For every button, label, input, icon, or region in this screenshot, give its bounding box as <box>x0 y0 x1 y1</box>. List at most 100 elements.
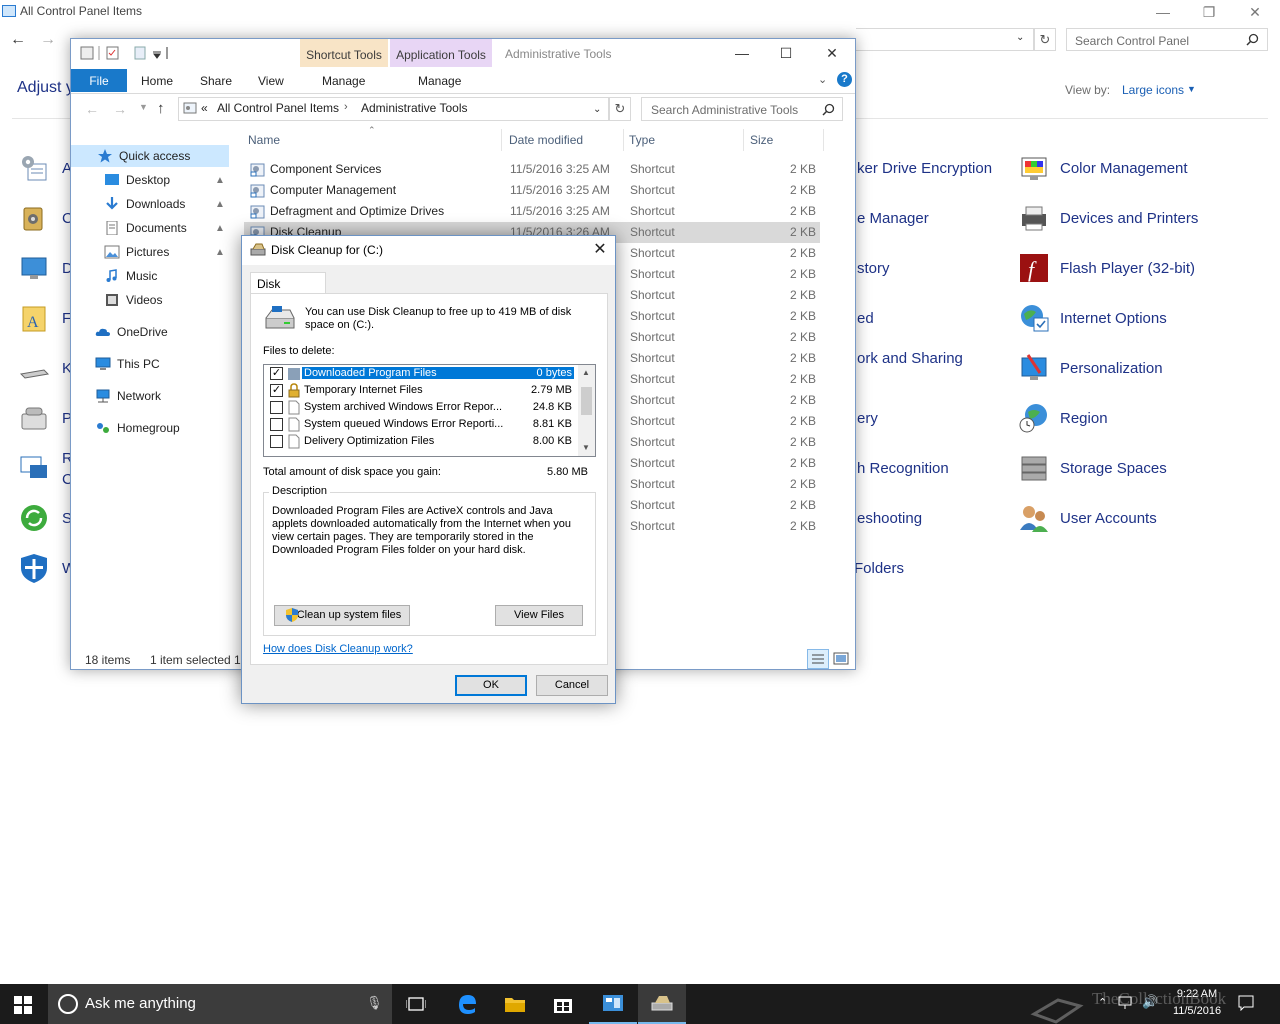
details-view-button[interactable] <box>807 649 829 669</box>
cp-item-indexing[interactable]: ed <box>857 310 874 327</box>
files-to-delete-list[interactable]: ✓ Downloaded Program Files 0 bytes ✓ Tempora… <box>263 364 596 457</box>
checkbox[interactable]: ✓ <box>270 367 283 380</box>
scroll-down-icon[interactable]: ▼ <box>582 443 590 452</box>
chevron-down-icon[interactable]: ⌄ <box>1016 32 1024 43</box>
taskbar-search-placeholder[interactable]: Ask me anything <box>85 995 196 1012</box>
forward-button[interactable]: → <box>40 31 56 49</box>
nav-item-desktop[interactable]: Desktop ▲ <box>71 169 229 191</box>
column-divider[interactable] <box>501 129 502 151</box>
show-hidden-icons-icon[interactable]: ⌃ <box>1098 996 1107 1009</box>
tab-disk-cleanup[interactable]: Disk Cleanup <box>250 272 326 305</box>
nav-item-homegroup[interactable]: Homegroup <box>71 417 229 439</box>
microphone-icon[interactable]: 🎙 <box>366 995 383 1011</box>
nav-item-videos[interactable]: Videos <box>71 289 229 311</box>
nav-item-documents[interactable]: Documents ▲ <box>71 217 229 239</box>
start-button[interactable] <box>14 996 32 1014</box>
nav-item-network[interactable]: Network <box>71 385 229 407</box>
restore-button[interactable]: ❐ <box>1186 0 1232 24</box>
cp-item-color-management[interactable]: Color Management <box>1018 148 1188 188</box>
nav-item-quick-access[interactable]: Quick access <box>71 145 229 167</box>
cancel-button[interactable]: Cancel <box>536 675 608 696</box>
store-taskbar-icon[interactable] <box>539 984 587 1024</box>
remoteapp-icon[interactable] <box>18 452 50 484</box>
share-tab[interactable]: Share <box>200 74 232 88</box>
file-row[interactable]: Component Services 11/5/2016 3:25 AM Short… <box>244 159 820 180</box>
cp-item-storage-spaces[interactable]: Storage Spaces <box>1018 448 1167 488</box>
file-tab[interactable]: File <box>71 69 127 92</box>
back-button[interactable]: ← <box>85 101 99 117</box>
view-by-dropdown[interactable]: Large icons <box>1122 83 1184 97</box>
windows-defender-icon[interactable] <box>18 552 50 584</box>
cp-item-file-history[interactable]: story <box>857 260 890 277</box>
admin-tools-icon[interactable] <box>18 152 50 184</box>
cp-item-internet-options[interactable]: Internet Options <box>1018 298 1167 338</box>
manage-application-tab[interactable]: Manage <box>418 74 461 88</box>
close-button[interactable]: ✕ <box>1232 0 1278 24</box>
checkbox[interactable] <box>270 435 283 448</box>
column-header-name[interactable]: Name <box>248 133 280 147</box>
shortcut-tools-tab[interactable]: Shortcut Tools <box>300 39 388 67</box>
cleanup-file-item[interactable]: ✓ Temporary Internet Files 2.79 MB <box>264 382 578 399</box>
column-divider[interactable] <box>823 129 824 151</box>
task-view-button[interactable] <box>392 984 440 1024</box>
close-button[interactable]: ✕ <box>588 239 612 261</box>
pin-icon[interactable]: ▲ <box>215 175 225 186</box>
minimize-button[interactable]: — <box>1140 0 1186 24</box>
nav-item-music[interactable]: Music <box>71 265 229 287</box>
help-icon[interactable]: ? <box>837 72 852 87</box>
cp-item-device-manager[interactable]: e Manager <box>857 210 929 227</box>
column-header-date[interactable]: Date modified <box>509 133 583 147</box>
cp-item-devices-printers[interactable]: Devices and Printers <box>1018 198 1198 238</box>
refresh-button[interactable]: ↻ <box>1034 28 1056 51</box>
home-tab[interactable]: Home <box>141 74 173 88</box>
refresh-button[interactable]: ↻ <box>609 97 631 121</box>
clock-date[interactable]: 11/5/2016 <box>1168 1005 1226 1017</box>
control-panel-taskbar-icon[interactable] <box>589 984 637 1024</box>
cp-item-user-accounts[interactable]: User Accounts <box>1018 498 1157 538</box>
view-tab[interactable]: View <box>258 74 284 88</box>
breadcrumb-item[interactable]: Administrative Tools <box>361 101 468 115</box>
cleanup-file-item[interactable]: ✓ Downloaded Program Files 0 bytes <box>264 365 578 382</box>
checkbox[interactable]: ✓ <box>270 384 283 397</box>
disk-cleanup-taskbar-icon[interactable] <box>638 984 686 1024</box>
view-files-button[interactable]: View Files <box>495 605 583 626</box>
phone-modem-icon[interactable] <box>18 402 50 434</box>
cp-item-flash-player[interactable]: f Flash Player (32-bit) <box>1018 248 1195 288</box>
recent-locations-icon[interactable]: ▼ <box>139 102 148 112</box>
help-link[interactable]: How does Disk Cleanup work? <box>263 643 413 655</box>
pin-icon[interactable]: ▲ <box>215 247 225 258</box>
breadcrumb-separator[interactable]: › <box>344 101 348 113</box>
ok-button[interactable]: OK <box>455 675 527 696</box>
action-center-icon[interactable] <box>1238 995 1254 1011</box>
large-icons-view-button[interactable] <box>833 652 849 666</box>
search-input[interactable]: Search Administrative Tools <box>641 97 843 121</box>
clock-time[interactable]: 9:22 AM <box>1168 988 1226 1000</box>
cp-item-recovery[interactable]: ery <box>857 410 878 427</box>
cleanup-file-item[interactable]: Delivery Optimization Files 8.00 KB <box>264 433 578 450</box>
search-icon[interactable] <box>1246 33 1259 46</box>
edge-taskbar-icon[interactable] <box>443 984 491 1024</box>
manage-shortcut-tab[interactable]: Manage <box>322 74 365 88</box>
checkbox[interactable] <box>270 418 283 431</box>
pin-icon[interactable]: ▲ <box>215 199 225 210</box>
minimize-button[interactable]: — <box>719 39 765 67</box>
up-button[interactable]: ↑ <box>157 100 165 117</box>
checkbox[interactable] <box>270 401 283 414</box>
backup-icon[interactable] <box>18 202 50 234</box>
search-input[interactable]: Search Control Panel <box>1066 28 1268 51</box>
caret-down-icon[interactable]: ▼ <box>1187 84 1196 94</box>
cp-item-bitlocker[interactable]: ker Drive Encryption <box>857 160 992 177</box>
back-button[interactable]: ← <box>10 31 26 49</box>
breadcrumb-prefix[interactable]: « <box>201 101 208 115</box>
cp-item-work-folders[interactable]: Folders <box>854 560 904 577</box>
sync-center-icon[interactable] <box>18 502 50 534</box>
nav-item-onedrive[interactable]: OneDrive <box>71 321 229 343</box>
forward-button[interactable]: → <box>113 101 127 117</box>
maximize-button[interactable]: ☐ <box>763 39 809 67</box>
address-bar[interactable] <box>856 28 1034 51</box>
cp-item-network-sharing[interactable]: ork and Sharing <box>857 350 963 367</box>
scrollbar-thumb[interactable] <box>581 387 592 415</box>
cleanup-file-item[interactable]: System queued Windows Error Reporti... 8.… <box>264 416 578 433</box>
breadcrumb-item[interactable]: All Control Panel Items <box>217 101 339 115</box>
cp-item-troubleshooting[interactable]: eshooting <box>857 510 922 527</box>
